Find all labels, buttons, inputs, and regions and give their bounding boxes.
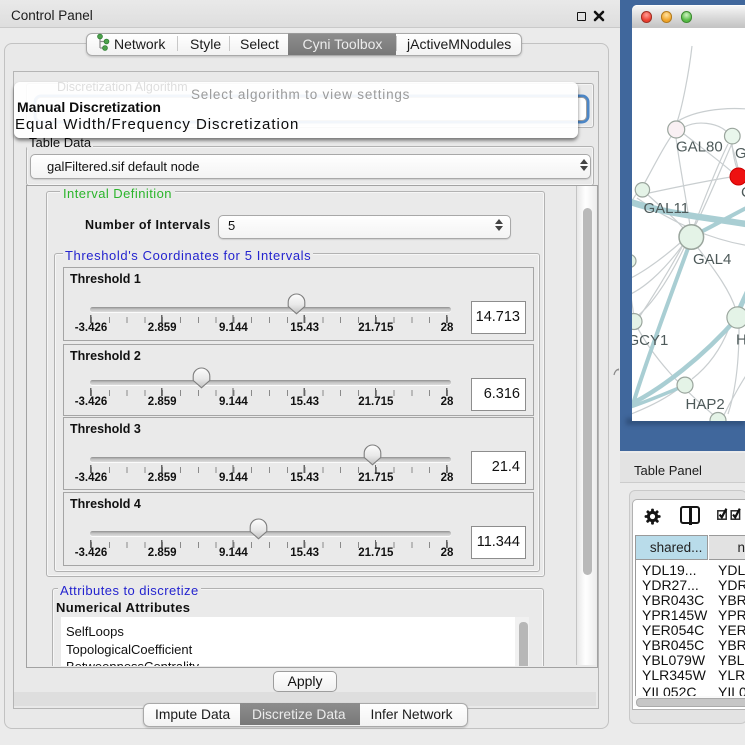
svg-text:C: C: [741, 184, 745, 201]
svg-text:GA: GA: [735, 145, 745, 162]
svg-text:HAP2: HAP2: [685, 396, 724, 413]
svg-text:H: H: [736, 332, 745, 349]
svg-text:GAL4: GAL4: [693, 251, 731, 268]
svg-text:GAL11: GAL11: [643, 200, 689, 217]
svg-text:GAL80: GAL80: [676, 139, 723, 156]
svg-text:GCY1: GCY1: [632, 332, 668, 349]
